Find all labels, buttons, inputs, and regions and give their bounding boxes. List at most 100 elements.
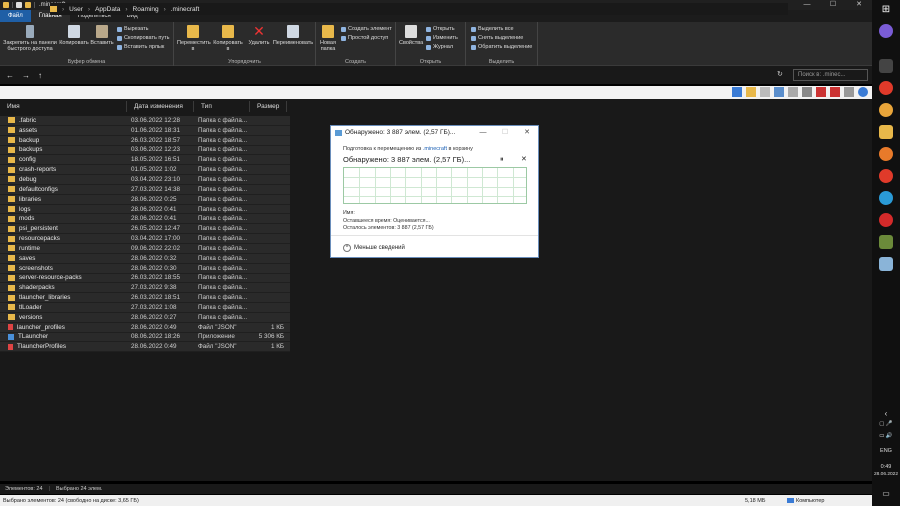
properties-button[interactable]: Свойства — [399, 25, 423, 46]
select-none-button[interactable]: Снять выделение — [471, 34, 523, 42]
yandex-browser-icon[interactable] — [879, 169, 893, 183]
file-row[interactable]: assets 01.06.2022 18:31 Папка с файла... — [0, 125, 290, 136]
file-row[interactable]: defaultconfigs 27.03.2022 14:38 Папка с фа… — [0, 184, 290, 195]
file-row[interactable]: logs 28.06.2022 0:41 Папка с файла... — [0, 204, 290, 215]
windows-start-icon[interactable]: ⊞ — [879, 4, 893, 18]
copy-button[interactable]: Копировать — [59, 25, 89, 46]
app-icon[interactable] — [879, 59, 893, 73]
column-name[interactable]: Имя — [0, 101, 127, 112]
up-arrow-icon[interactable]: ↑ — [38, 71, 42, 80]
opera-icon[interactable] — [879, 213, 893, 227]
close-button[interactable]: ✕ — [846, 0, 872, 10]
less-details-button[interactable]: ^ Меньше сведений — [343, 244, 405, 252]
crumb-minecraft[interactable]: .minecraft — [171, 6, 200, 13]
pane-icon[interactable] — [732, 87, 742, 97]
file-row[interactable]: backups 03.06.2022 12:23 Папка с файла... — [0, 145, 290, 156]
pin-button[interactable]: Закрепить на панели быстрого доступа — [3, 25, 57, 52]
edit-button[interactable]: Изменить — [426, 34, 458, 42]
file-row[interactable]: versions 28.06.2022 0:27 Папка с файла... — [0, 312, 290, 323]
new-folder-icon[interactable] — [25, 2, 31, 8]
clock-time[interactable]: 0:49 — [872, 464, 900, 470]
language-indicator[interactable]: ENG — [872, 448, 900, 454]
edge-icon[interactable] — [879, 191, 893, 205]
clock-date[interactable]: 28.06.2022 — [872, 472, 900, 477]
file-row[interactable]: mods 28.06.2022 0:41 Папка с файла... — [0, 214, 290, 225]
chevron-left-icon[interactable]: ‹ — [872, 409, 900, 418]
file-row[interactable]: resourcepacks 03.04.2022 17:00 Папка с фай… — [0, 234, 290, 244]
file-row[interactable]: .fabric 03.06.2022 12:28 Папка с файла... — [0, 116, 290, 126]
crumb-appdata[interactable]: AppData — [95, 6, 120, 13]
new-item-button[interactable]: Создать элемент — [341, 25, 392, 33]
properties-icon[interactable] — [16, 2, 22, 8]
maximize-button[interactable]: ☐ — [820, 0, 846, 10]
file-row[interactable]: tlLoader 27.03.2022 1:08 Папка с файла... — [0, 303, 290, 313]
file-row[interactable]: TlauncherProfiles 28.06.2022 0:49 Файл "JS… — [0, 342, 290, 353]
column-size[interactable]: Размер — [250, 101, 287, 112]
paste-button[interactable]: Вставить — [90, 25, 114, 46]
back-arrow-icon[interactable]: ← — [6, 71, 14, 80]
column-date[interactable]: Дата изменения — [127, 101, 194, 112]
file-row[interactable]: psi_persistent 26.05.2022 12:47 Папка с фа… — [0, 224, 290, 235]
file-row[interactable]: shaderpacks 27.03.2022 9:38 Папка с файла.… — [0, 283, 290, 294]
paste-icon[interactable] — [802, 87, 812, 97]
folder-options-icon[interactable] — [746, 87, 756, 97]
notifications-icon[interactable]: ▭ — [872, 489, 900, 498]
view-icon[interactable] — [760, 87, 770, 97]
mail-icon[interactable] — [844, 87, 854, 97]
column-type[interactable]: Тип — [194, 101, 250, 112]
file-row[interactable]: TLauncher 08.06.2022 18:26 Приложение 5 306… — [0, 332, 290, 343]
cut-icon[interactable] — [774, 87, 784, 97]
file-row[interactable]: config 18.05.2022 16:51 Папка с файла... — [0, 155, 290, 166]
file-row[interactable]: crash-reports 01.05.2022 1:02 Папка с файл… — [0, 165, 290, 176]
network-icon[interactable]: ▭ 🔊 — [872, 433, 900, 439]
history-button[interactable]: Журнал — [426, 43, 453, 51]
delete-icon[interactable] — [816, 87, 826, 97]
file-row[interactable]: server-resource-packs 26.03.2022 18:55 Пап… — [0, 273, 290, 284]
yandex-icon[interactable] — [879, 81, 893, 95]
dialog-close-button[interactable]: ✕ — [516, 126, 538, 139]
crumb-user[interactable]: User — [69, 6, 83, 13]
open-button[interactable]: Открыть — [426, 25, 455, 33]
globe-icon[interactable] — [858, 87, 868, 97]
rename-button[interactable]: Переименовать — [272, 25, 314, 46]
check-icon[interactable] — [830, 87, 840, 97]
notepad-icon[interactable] — [879, 257, 893, 271]
select-all-button[interactable]: Выделить все — [471, 25, 514, 33]
file-row[interactable]: launcher_profiles 28.06.2022 0:49 Файл "JS… — [0, 322, 290, 333]
file-type: Папка с файла... — [198, 156, 248, 164]
delete-button[interactable]: ✕ Удалить — [246, 24, 272, 46]
tray-icons[interactable]: ▢ 🎤 — [872, 421, 900, 427]
move-to-button[interactable]: Переместить в — [177, 25, 211, 52]
pause-icon[interactable]: ⏸ — [500, 156, 504, 164]
minimize-button[interactable]: — — [794, 0, 820, 10]
copy-to-button[interactable]: Копировать в — [212, 25, 244, 52]
cancel-icon[interactable]: ✕ — [521, 155, 527, 163]
minecraft-icon[interactable] — [879, 235, 893, 249]
forward-arrow-icon[interactable]: → — [22, 71, 30, 80]
search-input[interactable]: Поиск в: .minec... — [793, 69, 868, 81]
file-row[interactable]: debug 03.04.2022 23:10 Папка с файла... — [0, 175, 290, 185]
source-link[interactable]: .minecraft — [423, 146, 447, 152]
file-row[interactable]: screenshots 28.06.2022 0:30 Папка с файла.… — [0, 263, 290, 274]
refresh-icon[interactable]: ↻ — [777, 70, 783, 78]
new-folder-button[interactable]: Новая папка — [317, 25, 339, 52]
copy-icon[interactable] — [788, 87, 798, 97]
file-row[interactable]: runtime 09.06.2022 22:02 Папка с файла... — [0, 243, 290, 254]
cortana-icon[interactable] — [879, 24, 893, 38]
file-explorer-icon[interactable] — [879, 125, 893, 139]
chrome-icon[interactable] — [879, 103, 893, 117]
file-row[interactable]: backup 26.03.2022 18:57 Папка с файла... — [0, 135, 290, 146]
copy-path-button[interactable]: Скопировать путь — [117, 34, 170, 42]
file-row[interactable]: saves 28.06.2022 0:32 Папка с файла... — [0, 253, 290, 264]
file-row[interactable]: tlauncher_libraries 26.03.2022 18:51 Папка… — [0, 293, 290, 304]
tab-file[interactable]: Файл — [0, 10, 31, 22]
firefox-icon[interactable] — [879, 147, 893, 161]
dialog-minimize-button[interactable]: — — [472, 126, 494, 139]
paste-shortcut-button[interactable]: Вставить ярлык — [117, 43, 164, 51]
breadcrumb[interactable]: › User › AppData › Roaming › .minecraft — [50, 3, 788, 15]
file-row[interactable]: libraries 28.06.2022 0:25 Папка с файла... — [0, 194, 290, 205]
cut-button[interactable]: Вырезать — [117, 25, 148, 33]
crumb-roaming[interactable]: Roaming — [133, 6, 159, 13]
easy-access-button[interactable]: Простой доступ — [341, 34, 388, 42]
invert-selection-button[interactable]: Обратить выделение — [471, 43, 532, 51]
